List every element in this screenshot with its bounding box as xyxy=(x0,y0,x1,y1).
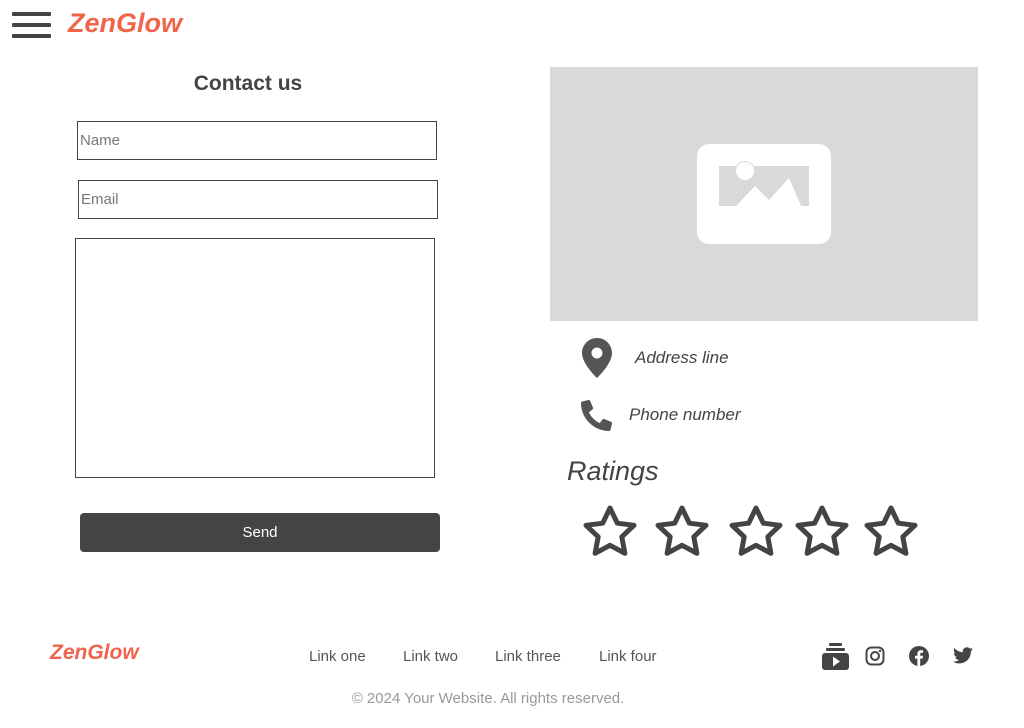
footer-brand[interactable]: ZenGlow xyxy=(50,641,139,665)
rating-star-2[interactable] xyxy=(654,505,710,561)
youtube-subscriptions-icon[interactable] xyxy=(821,642,850,671)
ratings-title: Ratings xyxy=(567,456,659,486)
rating-star-1[interactable] xyxy=(582,505,638,561)
send-button[interactable]: Send xyxy=(80,513,440,552)
map-marker-icon xyxy=(582,338,612,378)
rating-star-5[interactable] xyxy=(863,505,919,561)
star-outline-icon xyxy=(583,505,637,556)
instagram-icon[interactable] xyxy=(865,646,885,666)
email-field[interactable] xyxy=(78,180,438,219)
address-line: Address line xyxy=(635,348,729,367)
facebook-icon[interactable] xyxy=(909,646,929,666)
name-field[interactable] xyxy=(77,121,437,160)
message-field[interactable] xyxy=(75,238,435,478)
image-placeholder-icon xyxy=(697,144,831,244)
twitter-icon[interactable] xyxy=(953,647,973,664)
star-outline-icon xyxy=(655,505,709,556)
rating-star-3[interactable] xyxy=(728,505,784,561)
footer-link-four[interactable]: Link four xyxy=(599,648,657,665)
footer-link-one[interactable]: Link one xyxy=(309,648,366,665)
copyright: © 2024 Your Website. All rights reserved… xyxy=(351,690,625,707)
star-outline-icon xyxy=(729,505,783,556)
footer-link-three[interactable]: Link three xyxy=(495,648,561,665)
phone-icon xyxy=(581,400,612,431)
contact-title: Contact us xyxy=(193,72,303,95)
phone-number: Phone number xyxy=(629,405,741,424)
hamburger-menu-icon[interactable] xyxy=(12,12,52,38)
star-outline-icon xyxy=(864,505,918,556)
rating-star-4[interactable] xyxy=(794,505,850,561)
star-outline-icon xyxy=(795,505,849,556)
footer-link-two[interactable]: Link two xyxy=(403,648,458,665)
brand-logo[interactable]: ZenGlow xyxy=(68,8,182,39)
